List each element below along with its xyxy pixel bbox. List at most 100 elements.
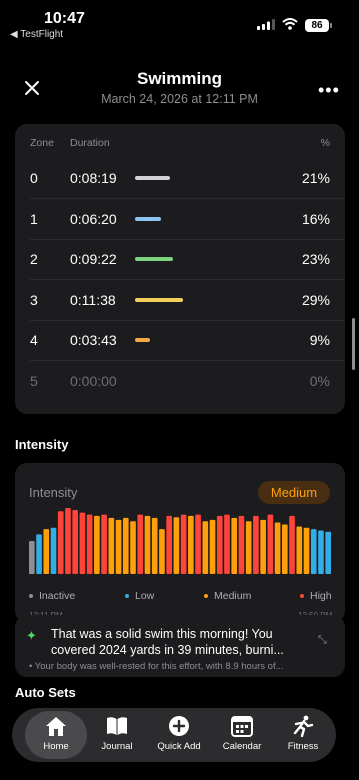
zone-row: 2 0:09:22 23% (15, 240, 345, 280)
zone-bar (135, 338, 150, 342)
zone-duration: 0:11:38 (70, 291, 116, 308)
zone-bar (135, 297, 183, 302)
zone-percent: 21% (301, 170, 330, 186)
legend-high: High (300, 590, 332, 602)
intensity-bar (195, 514, 201, 574)
zone-bar (135, 257, 173, 261)
intensity-bar (144, 515, 151, 574)
zone-percent: 29% (301, 291, 330, 308)
legend-inactive: Inactive (29, 590, 75, 602)
zone-number: 3 (30, 291, 38, 308)
zone-row: 4 0:03:43 9% (15, 321, 345, 361)
intensity-bar (216, 515, 223, 574)
legend-low: Low (125, 590, 154, 602)
running-icon (293, 715, 314, 737)
zone-duration: 0:06:20 (70, 210, 117, 227)
tab-quick-add[interactable]: Quick Add (148, 708, 210, 762)
zone-column-header: Zone (30, 137, 54, 149)
intensity-bar (253, 515, 259, 574)
page-subtitle: March 24, 2026 at 12:11 PM (101, 92, 258, 106)
back-to-app-link[interactable]: ◀ TestFlight (10, 29, 63, 40)
zone-number: 1 (30, 210, 38, 227)
home-icon (46, 717, 66, 736)
intensity-bar (94, 515, 100, 574)
intensity-bar (57, 511, 64, 574)
cellular-signal-icon (257, 19, 275, 30)
intensity-bar (274, 522, 281, 574)
book-icon (107, 717, 127, 735)
intensity-bar (267, 514, 274, 574)
plus-circle-icon (169, 716, 189, 736)
expand-icon[interactable]: ⤡ (318, 634, 327, 647)
intensity-bar (303, 527, 310, 574)
tab-journal[interactable]: Journal (86, 708, 148, 762)
zone-duration: 0:08:19 (70, 170, 117, 186)
intensity-bar (188, 515, 194, 574)
zone-percent: 16% (301, 210, 330, 227)
intensity-bar (180, 514, 187, 574)
intensity-bar (101, 514, 107, 574)
tab-calendar[interactable]: Calendar (211, 708, 273, 762)
intensity-bar (50, 527, 57, 574)
more-options-icon[interactable]: ••• (318, 80, 340, 101)
inactive-dot-icon (29, 594, 33, 599)
zone-duration: 0:00:00 (70, 372, 117, 389)
intensity-bar (209, 519, 216, 574)
intensity-bar (318, 530, 324, 574)
tab-fitness[interactable]: Fitness (272, 708, 334, 762)
intensity-bar (29, 541, 35, 574)
intensity-bar (202, 521, 209, 574)
page-title: Swimming (136, 69, 222, 88)
zone-percent: 23% (301, 251, 330, 267)
intensity-bar (260, 519, 266, 574)
zone-number: 2 (30, 251, 38, 267)
intensity-bar (43, 529, 50, 574)
intensity-bar (166, 515, 172, 574)
intensity-bar (159, 529, 165, 574)
intensity-bar (115, 519, 122, 574)
toast-detail: • Your body was well-rested for this eff… (29, 661, 284, 672)
intensity-bar (151, 517, 158, 574)
intensity-bar (79, 512, 86, 574)
high-dot-icon (300, 594, 304, 599)
zone-bar (135, 216, 162, 221)
toast-message: That was a solid swim this morning! You … (51, 627, 284, 657)
intensity-bar (130, 521, 136, 574)
zone-row: 3 0:11:38 29% (15, 281, 345, 321)
zone-number: 0 (30, 170, 38, 186)
intensity-bar (224, 514, 230, 574)
intensity-bar (289, 515, 295, 574)
legend-medium: Medium (204, 590, 251, 602)
intensity-card-label: Intensity (29, 485, 78, 500)
intensity-bar (238, 515, 245, 574)
intensity-bar (122, 517, 129, 574)
status-bar: 10:47 ◀ TestFlight 86 (0, 0, 359, 44)
wifi-icon (282, 18, 298, 30)
battery-cap (330, 23, 332, 28)
zone-duration: 0:03:43 (70, 332, 117, 348)
tab-bar: Home Journal Quick Add Calendar Fitness (12, 708, 336, 762)
status-time: 10:47 (44, 10, 85, 27)
intensity-bar (173, 517, 180, 574)
intensity-bar (296, 526, 303, 574)
intensity-bar (86, 514, 93, 574)
zone-number: 5 (30, 372, 38, 389)
intensity-bar (231, 517, 238, 574)
zone-bar (135, 176, 170, 180)
tab-home[interactable]: Home (25, 711, 87, 759)
intensity-card[interactable]: Intensity Medium Inactive Low Medium Hig… (15, 463, 345, 623)
intensity-bar (36, 534, 42, 574)
intensity-section-title: Intensity (15, 437, 69, 452)
battery-indicator: 86 (305, 19, 329, 32)
intensity-bar (137, 514, 144, 574)
medium-dot-icon (204, 594, 208, 599)
zone-row: 0 0:08:19 21% (15, 159, 345, 199)
ai-summary-toast[interactable]: ✦ That was a solid swim this morning! Yo… (15, 615, 345, 677)
intensity-bar (65, 508, 71, 574)
zone-number: 4 (30, 332, 38, 348)
intensity-bar (108, 517, 115, 574)
intensity-level-badge: Medium (258, 481, 330, 504)
low-dot-icon (125, 594, 129, 599)
sparkle-icon: ✦ (26, 628, 37, 643)
auto-sets-section-title: Auto Sets (15, 685, 76, 700)
